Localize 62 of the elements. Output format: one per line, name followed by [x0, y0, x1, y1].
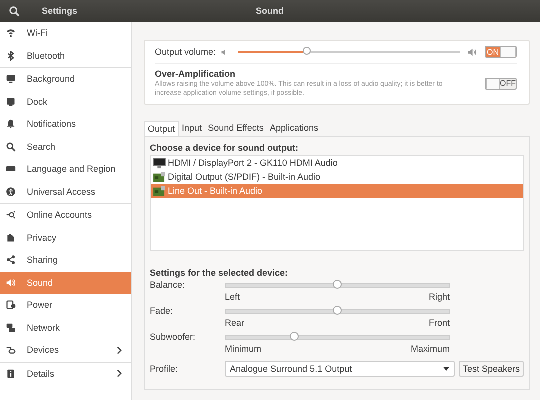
- slider[interactable]: [225, 335, 450, 340]
- sidebar-item[interactable]: Network: [0, 316, 131, 339]
- slider-label: Subwoofer:: [150, 332, 197, 344]
- tab[interactable]: Input: [179, 121, 206, 136]
- sidebar-item[interactable]: Privacy: [0, 226, 131, 249]
- slider-min-label: Minimum: [225, 344, 262, 354]
- slider-max-label: Maximum: [410, 344, 450, 354]
- app-title: Settings: [42, 6, 78, 16]
- dropdown-arrow-icon: [443, 367, 450, 371]
- slider-max-label: Right: [428, 292, 450, 302]
- tab[interactable]: Sound Effects: [205, 121, 267, 136]
- bluetooth-icon: [6, 50, 16, 61]
- slider[interactable]: [225, 309, 450, 314]
- sidebar-item[interactable]: Wi-Fi: [0, 22, 131, 44]
- sidebar-item[interactable]: Power: [0, 294, 131, 316]
- slider[interactable]: [225, 283, 450, 288]
- speaker-icon: [6, 278, 16, 288]
- slider-label: Fade:: [150, 306, 174, 318]
- profile-dropdown[interactable]: Analogue Surround 5.1 Output: [225, 361, 455, 377]
- device-settings-heading: Settings for the selected device:: [150, 268, 290, 278]
- slider-thumb[interactable]: [302, 47, 311, 55]
- sound-card-icon: [153, 172, 166, 182]
- wifi-icon: [6, 28, 16, 38]
- over-amplification-title: Over-Amplification: [155, 69, 237, 79]
- slider-min-label: Rear: [225, 318, 245, 328]
- device-item[interactable]: HDMI / DisplayPort 2 - GK110 HDMI Audio: [151, 156, 524, 170]
- access-icon: [6, 186, 16, 197]
- slider-max-label: Front: [428, 318, 450, 328]
- monitor-icon: [153, 158, 166, 168]
- device-item[interactable]: Digital Output (S/PDIF) - Built-in Audio: [151, 170, 524, 184]
- tab[interactable]: Output: [144, 121, 180, 136]
- sidebar-item[interactable]: Dock: [0, 90, 131, 113]
- speaker-high-icon: [468, 48, 478, 56]
- sidebar-item[interactable]: Details: [0, 362, 131, 385]
- monitor-icon: [6, 74, 16, 84]
- toggle-switch[interactable]: OFF: [485, 78, 518, 90]
- sidebar-item[interactable]: Universal Access: [0, 180, 131, 203]
- sidebar-item[interactable]: Sharing: [0, 249, 131, 272]
- search-icon: [6, 142, 16, 152]
- sidebar-item[interactable]: Search: [0, 136, 131, 158]
- sidebar-item[interactable]: Bluetooth: [0, 44, 131, 67]
- slider-thumb[interactable]: [290, 332, 300, 341]
- search-icon[interactable]: [9, 6, 20, 16]
- sidebar-item[interactable]: Devices: [0, 339, 131, 362]
- sidebar-item[interactable]: Notifications: [0, 113, 131, 136]
- volume-label: Output volume:: [155, 47, 216, 57]
- test-speakers-button[interactable]: Test Speakers: [459, 361, 524, 377]
- sidebar-item[interactable]: Online Accounts: [0, 204, 131, 226]
- tab[interactable]: Applications: [266, 121, 322, 136]
- info-icon: [6, 368, 16, 379]
- page-title: Sound: [255, 6, 285, 16]
- slider-min-label: Left: [225, 292, 240, 302]
- device-list-heading: Choose a device for sound output:: [150, 143, 300, 153]
- sidebar-item[interactable]: Background: [0, 68, 131, 90]
- slider-thumb[interactable]: [332, 306, 342, 315]
- sound-card-icon: [153, 186, 166, 196]
- profile-label: Profile:: [150, 364, 180, 374]
- slider-label: Balance:: [150, 280, 186, 292]
- slider-thumb[interactable]: [332, 280, 342, 289]
- bell-icon: [6, 119, 16, 130]
- sidebar-item[interactable]: Language and Region: [0, 158, 131, 180]
- share-icon: [6, 255, 16, 266]
